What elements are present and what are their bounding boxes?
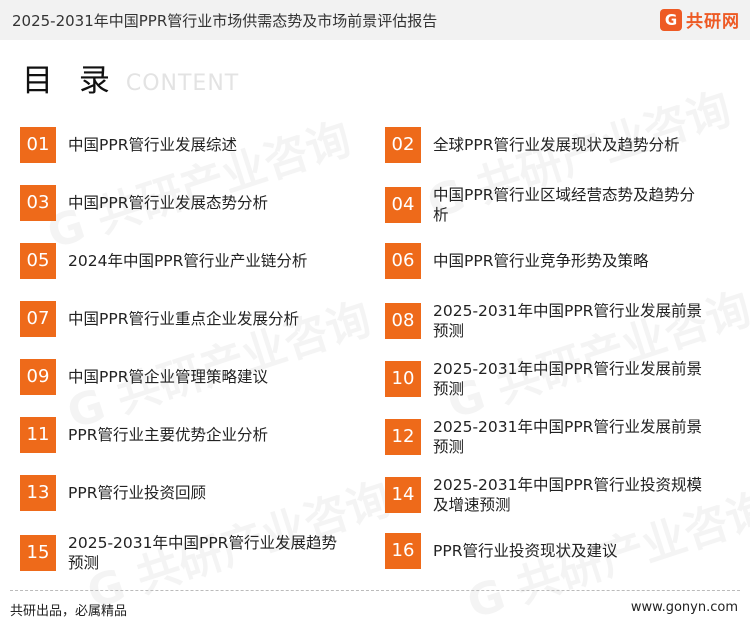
toc-item-label: 2025-2031年中国PPR管行业投资规模及增速预测 bbox=[433, 476, 702, 514]
toc-item-label: 中国PPR管行业区域经营态势及趋势分析 bbox=[433, 186, 695, 224]
toc-item-number: 13 bbox=[20, 475, 56, 511]
toc-item-label: 2025-2031年中国PPR管行业发展前景预测 bbox=[433, 302, 702, 340]
toc-item[interactable]: 06 中国PPR管行业竞争形势及策略 bbox=[385, 243, 705, 279]
toc-item-label: 中国PPR管行业重点企业发展分析 bbox=[68, 310, 299, 328]
toc-item-number: 16 bbox=[385, 533, 421, 569]
toc-item-number: 15 bbox=[20, 535, 56, 571]
toc-item[interactable]: 05 2024年中国PPR管行业产业链分析 bbox=[20, 243, 350, 279]
toc-item-number: 11 bbox=[20, 417, 56, 453]
toc-item[interactable]: 15 2025-2031年中国PPR管行业发展趋势预测 bbox=[20, 533, 350, 573]
toc-item-label: 中国PPR管企业管理策略建议 bbox=[68, 368, 268, 386]
footer-divider bbox=[10, 590, 740, 591]
toc-item-number: 04 bbox=[385, 187, 421, 223]
toc-item-label: PPR管行业投资回顾 bbox=[68, 484, 206, 502]
toc-item-number: 14 bbox=[385, 477, 421, 513]
toc-item-label: 2024年中国PPR管行业产业链分析 bbox=[68, 252, 308, 270]
toc-item-number: 03 bbox=[20, 185, 56, 221]
toc-item-number: 06 bbox=[385, 243, 421, 279]
toc-item-label: PPR管行业主要优势企业分析 bbox=[68, 426, 268, 444]
toc-item-label: 2025-2031年中国PPR管行业发展前景预测 bbox=[433, 360, 702, 398]
toc-item-label: PPR管行业投资现状及建议 bbox=[433, 542, 618, 560]
footer-slogan: 共研出品，必属精品 bbox=[10, 604, 128, 619]
toc-item[interactable]: 09 中国PPR管企业管理策略建议 bbox=[20, 359, 350, 395]
toc-item-number: 10 bbox=[385, 361, 421, 397]
toc-item-label: 中国PPR管行业竞争形势及策略 bbox=[433, 252, 649, 270]
toc-item-number: 02 bbox=[385, 127, 421, 163]
toc-item-label: 中国PPR管行业发展态势分析 bbox=[68, 194, 268, 212]
toc-item[interactable]: 01 中国PPR管行业发展综述 bbox=[20, 127, 350, 163]
toc-item[interactable]: 02 全球PPR管行业发展现状及趋势分析 bbox=[385, 127, 705, 163]
toc-item-label: 2025-2031年中国PPR管行业发展趋势预测 bbox=[68, 534, 337, 572]
toc-item-number: 08 bbox=[385, 303, 421, 339]
toc-item-label: 2025-2031年中国PPR管行业发展前景预测 bbox=[433, 418, 702, 456]
toc-item[interactable]: 13 PPR管行业投资回顾 bbox=[20, 475, 350, 511]
footer-url[interactable]: www.gonyn.com bbox=[631, 600, 738, 615]
toc-item-number: 01 bbox=[20, 127, 56, 163]
toc-item[interactable]: 08 2025-2031年中国PPR管行业发展前景预测 bbox=[385, 301, 705, 341]
toc-item[interactable]: 16 PPR管行业投资现状及建议 bbox=[385, 533, 705, 569]
toc-item[interactable]: 12 2025-2031年中国PPR管行业发展前景预测 bbox=[385, 417, 705, 457]
toc-item-label: 中国PPR管行业发展综述 bbox=[68, 136, 237, 154]
toc-item[interactable]: 04 中国PPR管行业区域经营态势及趋势分析 bbox=[385, 185, 705, 225]
toc-item-number: 07 bbox=[20, 301, 56, 337]
toc-list: 01 中国PPR管行业发展综述 02 全球PPR管行业发展现状及趋势分析 03 … bbox=[0, 0, 750, 622]
toc-item-number: 05 bbox=[20, 243, 56, 279]
toc-item-number: 09 bbox=[20, 359, 56, 395]
toc-item-number: 12 bbox=[385, 419, 421, 455]
toc-item[interactable]: 03 中国PPR管行业发展态势分析 bbox=[20, 185, 350, 221]
toc-item[interactable]: 10 2025-2031年中国PPR管行业发展前景预测 bbox=[385, 359, 705, 399]
toc-item[interactable]: 14 2025-2031年中国PPR管行业投资规模及增速预测 bbox=[385, 475, 705, 515]
toc-item[interactable]: 07 中国PPR管行业重点企业发展分析 bbox=[20, 301, 350, 337]
toc-item-label: 全球PPR管行业发展现状及趋势分析 bbox=[433, 136, 680, 154]
toc-item[interactable]: 11 PPR管行业主要优势企业分析 bbox=[20, 417, 350, 453]
